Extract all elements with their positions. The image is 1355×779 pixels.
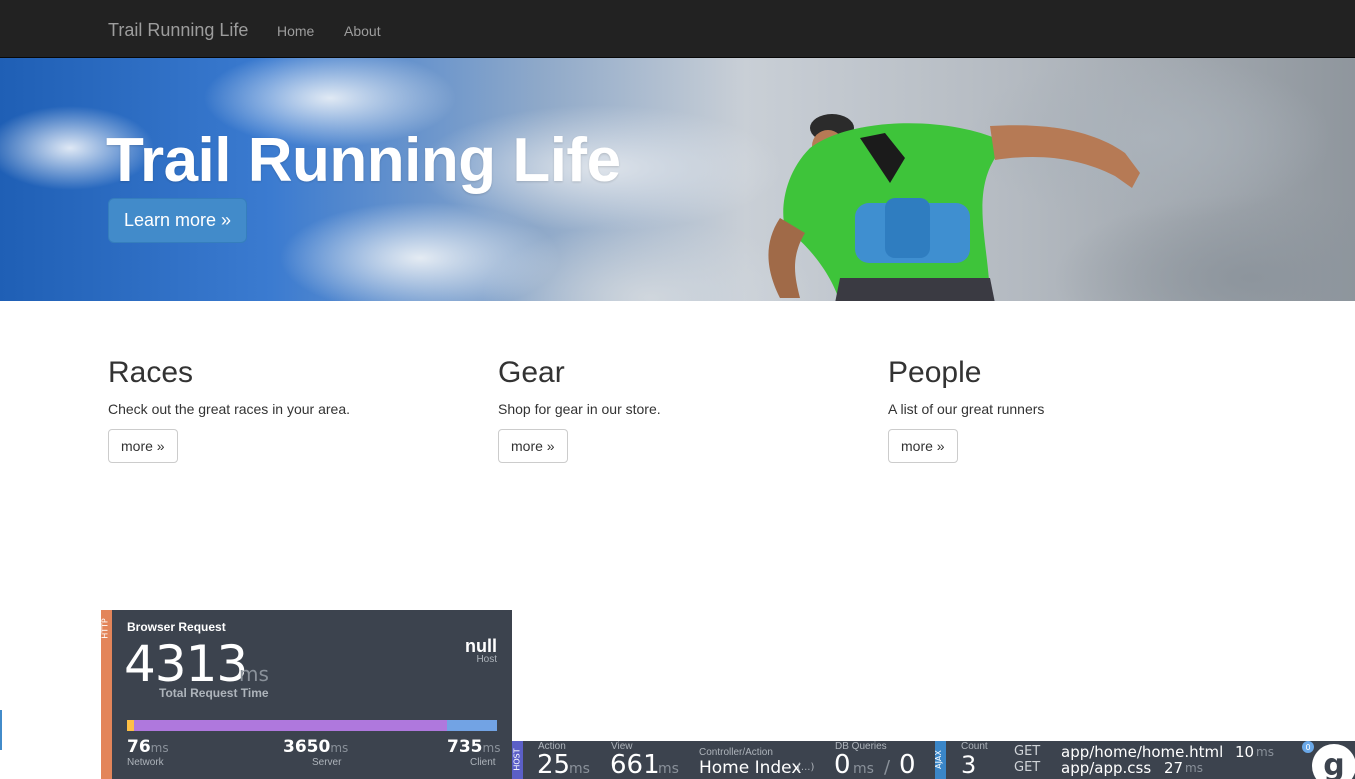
- gear-heading: Gear: [498, 356, 565, 389]
- people-heading: People: [888, 356, 982, 389]
- view-value: 661: [610, 750, 660, 779]
- client-label: Client: [470, 757, 496, 768]
- http-tab-strip[interactable]: HTTP: [101, 610, 112, 779]
- ajax-request-2-time: 27: [1164, 759, 1184, 777]
- ajax-tab-label: AJAX: [933, 750, 943, 769]
- left-edge-accent: [0, 710, 2, 750]
- glimpse-logo-icon[interactable]: g 0: [1300, 740, 1355, 779]
- browser-request-title: Browser Request: [127, 620, 226, 634]
- hero-title: Trail Running Life: [106, 126, 621, 195]
- hero-jumbotron: Trail Running Life Learn more »: [0, 58, 1355, 301]
- races-more-button[interactable]: more »: [108, 429, 178, 463]
- total-request-time-value: 4313: [124, 635, 248, 693]
- people-column: People A list of our great runners more …: [888, 355, 1248, 463]
- svg-text:g: g: [1323, 748, 1344, 779]
- people-text: A list of our great runners: [888, 401, 1045, 417]
- ajax-request-1-time: 10: [1235, 743, 1255, 761]
- db-queries-unit: ms: [853, 761, 874, 777]
- races-text: Check out the great races in your area.: [108, 401, 351, 417]
- gear-column: Gear Shop for gear in our store. more »: [498, 355, 858, 463]
- network-label: Network: [127, 757, 164, 768]
- host-label: Host: [476, 654, 497, 665]
- ajax-request-1-method: GET: [1014, 744, 1041, 759]
- glimpse-badge: 0: [1305, 743, 1310, 752]
- view-unit: ms: [658, 761, 679, 777]
- controller-action-value: Home Index: [699, 758, 802, 778]
- http-tab-label: HTTP: [100, 618, 110, 639]
- glimpse-http-popup[interactable]: HTTP Browser Request 4313 ms Total Reque…: [101, 610, 512, 779]
- controller-action-label: Controller/Action: [699, 747, 773, 758]
- host-tab-label: HOST: [512, 748, 522, 771]
- ajax-tab[interactable]: AJAX: [933, 741, 946, 779]
- action-value: 25: [537, 750, 571, 779]
- network-time: 76ms: [127, 737, 169, 757]
- total-request-time-label: Total Request Time: [159, 686, 269, 700]
- people-more-button[interactable]: more »: [888, 429, 958, 463]
- client-segment: [446, 720, 497, 731]
- ajax-request-2-url[interactable]: app/app.css: [1061, 759, 1151, 777]
- ajax-request-1-unit: ms: [1256, 745, 1274, 759]
- host-tab[interactable]: HOST: [512, 741, 523, 779]
- request-timing-bar: [127, 720, 497, 731]
- total-request-time-unit: ms: [239, 662, 269, 686]
- ajax-request-2-method: GET: [1014, 760, 1041, 775]
- gear-text: Shop for gear in our store.: [498, 401, 661, 417]
- ajax-count-value: 3: [961, 751, 977, 779]
- network-segment: [127, 720, 134, 731]
- server-time: 3650ms: [283, 737, 349, 757]
- db-queries-time: 0: [834, 750, 851, 779]
- server-segment: [133, 720, 447, 731]
- client-time: 735ms: [447, 737, 501, 757]
- navbar-brand[interactable]: Trail Running Life: [108, 20, 248, 41]
- action-unit: ms: [569, 761, 590, 777]
- races-column: Races Check out the great races in your …: [108, 355, 468, 463]
- gear-more-button[interactable]: more »: [498, 429, 568, 463]
- runner-image: [768, 114, 1140, 301]
- top-navbar: Trail Running Life Home About: [0, 0, 1355, 58]
- nav-link-home[interactable]: Home: [277, 23, 314, 39]
- db-queries-separator: /: [884, 757, 891, 778]
- controller-action-more[interactable]: (...): [797, 762, 814, 773]
- nav-link-about[interactable]: About: [344, 23, 381, 39]
- races-heading: Races: [108, 356, 194, 389]
- ajax-request-2-unit: ms: [1185, 761, 1203, 775]
- server-label: Server: [312, 757, 342, 768]
- learn-more-button[interactable]: Learn more »: [108, 198, 247, 243]
- db-queries-count: 0: [899, 750, 916, 779]
- glimpse-hud-bar: HOST Action 25 ms View 661 ms Controller…: [512, 741, 1355, 779]
